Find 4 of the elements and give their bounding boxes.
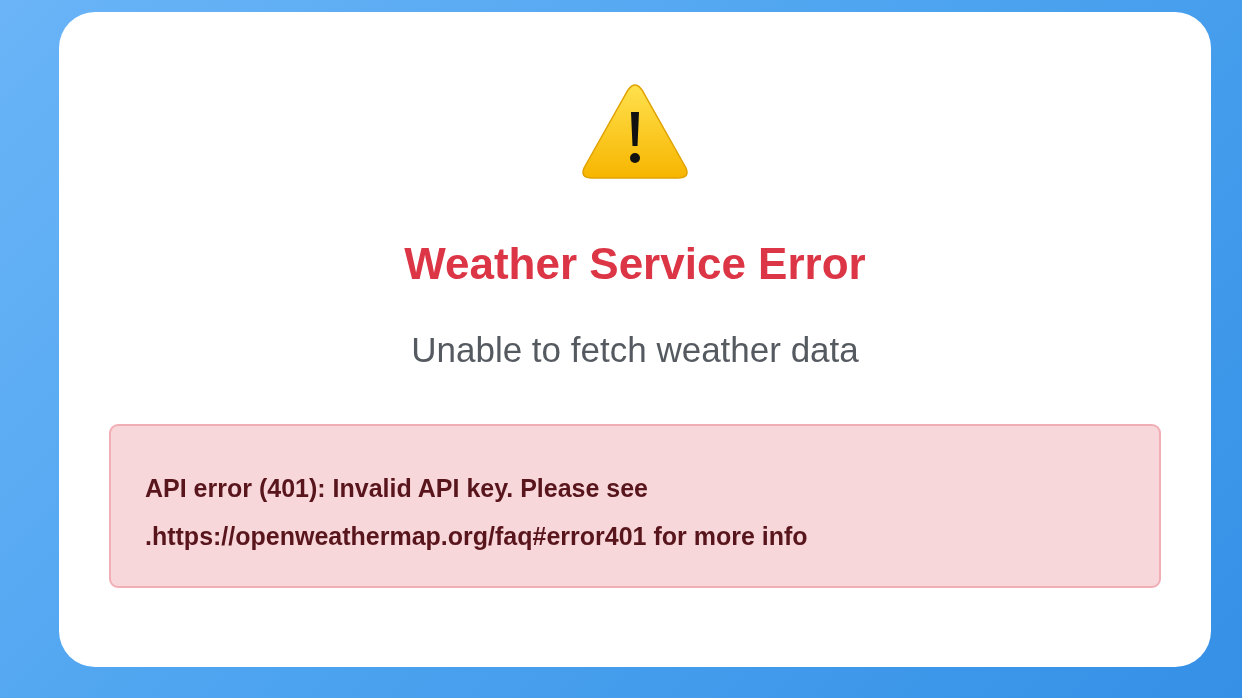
warning-icon [582, 84, 688, 180]
error-message: API error (401): Invalid API key. Please see .https://openweathermap.org/faq#error401 for more info [145, 473, 809, 552]
error-title: Weather Service Error [404, 238, 866, 290]
error-subtitle: Unable to fetch weather data [411, 329, 859, 371]
